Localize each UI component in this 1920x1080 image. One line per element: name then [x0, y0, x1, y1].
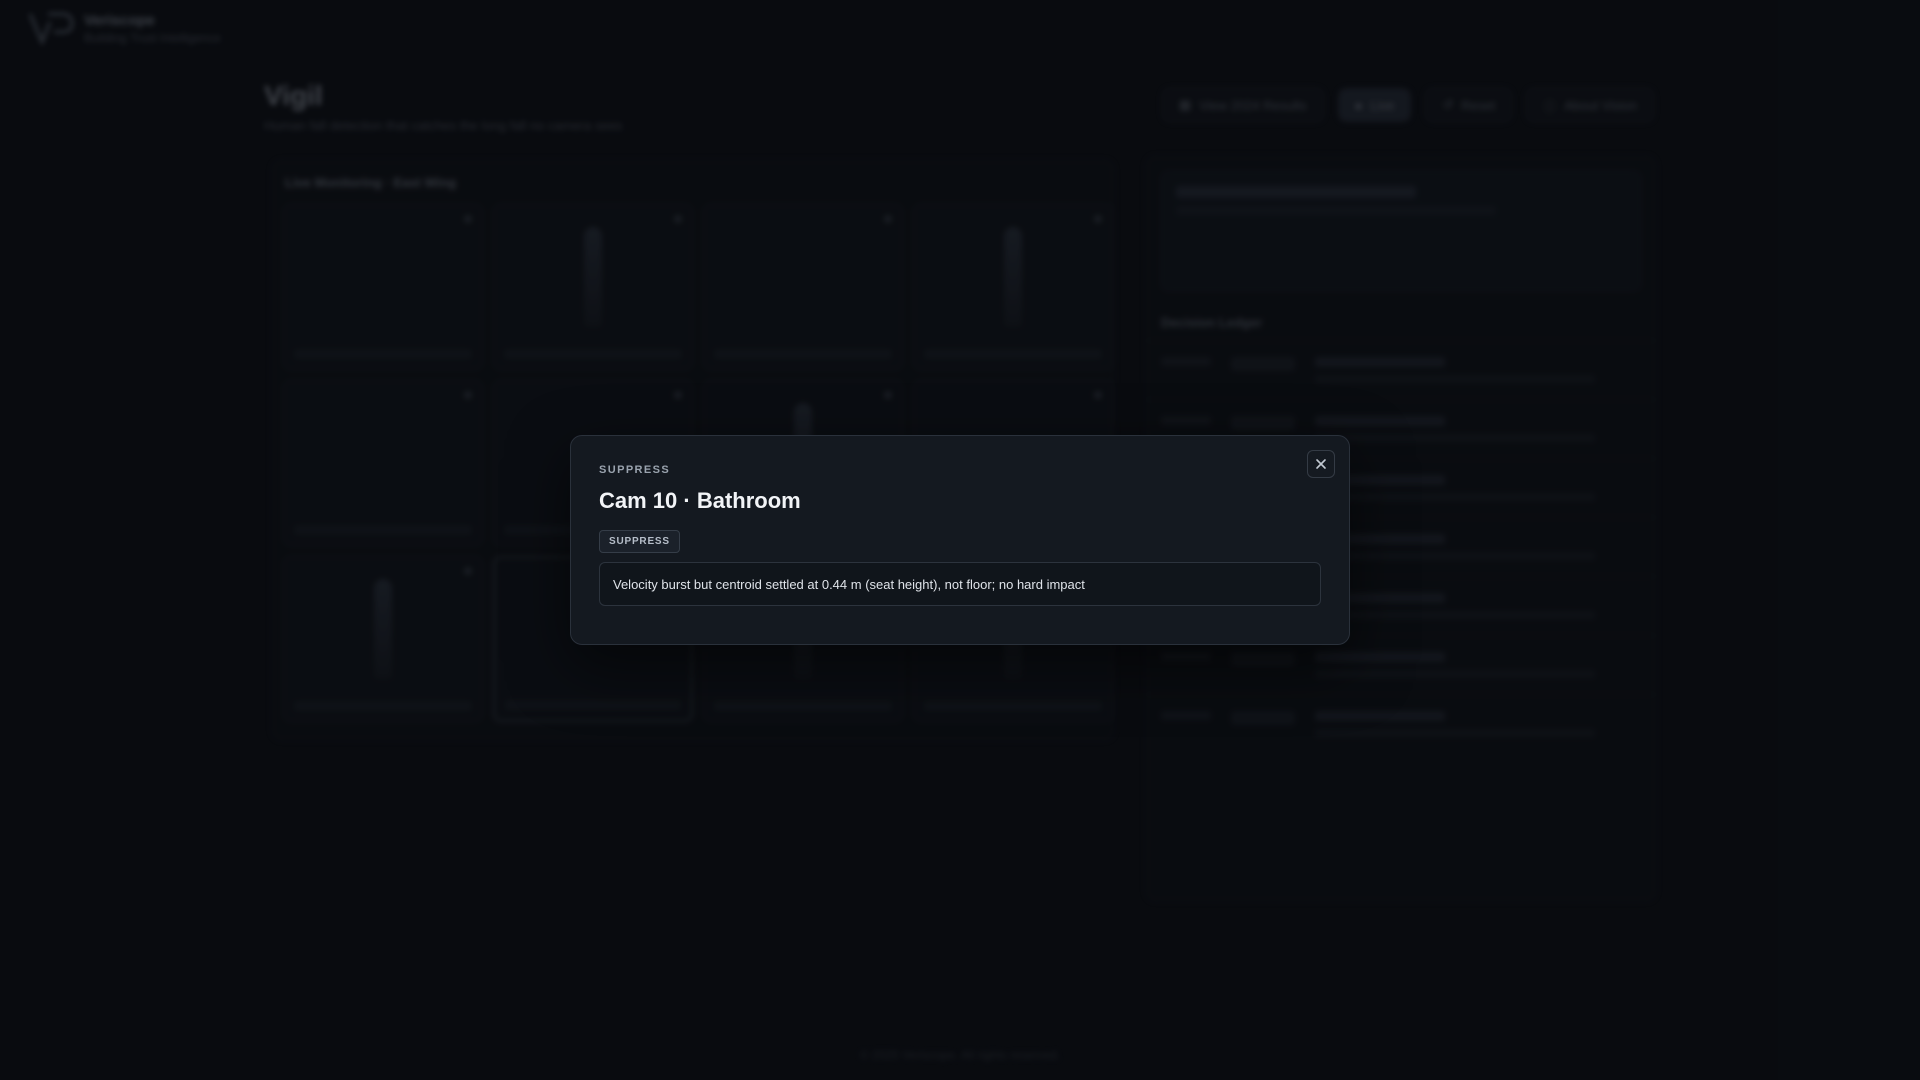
- decision-badge: SUPPRESS: [599, 530, 680, 553]
- modal-kicker: SUPPRESS: [599, 464, 671, 476]
- decision-reason: Velocity burst but centroid settled at 0…: [599, 562, 1321, 606]
- close-icon: [1316, 459, 1326, 469]
- decision-modal: SUPPRESS Cam 10 · Bathroom SUPPRESS Velo…: [570, 435, 1350, 645]
- close-button[interactable]: [1307, 450, 1335, 478]
- modal-title: Cam 10 · Bathroom: [599, 488, 801, 513]
